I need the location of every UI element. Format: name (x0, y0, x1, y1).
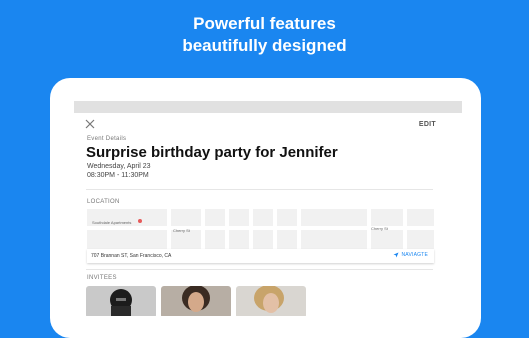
navigation-arrow-icon (393, 252, 399, 258)
address-bar: 707 Brannan ST, San Francisco, CA NAVIAG… (87, 249, 434, 263)
navigate-button[interactable]: NAVIAGTE (393, 252, 428, 258)
event-time: 08:30PM - 11:30PM (87, 172, 149, 179)
divider (86, 269, 433, 270)
status-bar (74, 101, 462, 113)
invitee-avatar[interactable] (86, 286, 156, 316)
divider (86, 189, 433, 190)
edit-button[interactable]: EDIT (419, 121, 436, 128)
section-label-location: LOCATION (87, 199, 120, 205)
map-label-street: Cherry St (173, 228, 190, 233)
map-pin-icon (138, 219, 142, 223)
promo-headline-line2: beautifully designed (182, 36, 347, 55)
promo-headline-line1: Powerful features (193, 14, 336, 33)
section-label-invitees: INVITEES (87, 275, 117, 281)
invitee-avatar[interactable] (236, 286, 306, 316)
location-map[interactable]: Southdale Apartments Cherry St Cherry St (87, 209, 434, 249)
close-icon[interactable] (85, 119, 95, 129)
event-details-screen: EDIT Event Details Surprise birthday par… (74, 101, 462, 316)
address-text: 707 Brannan ST, San Francisco, CA (91, 253, 172, 259)
event-date: Wednesday, April 23 (87, 163, 151, 170)
map-label-apartments: Southdale Apartments (92, 220, 132, 225)
navigate-label: NAVIAGTE (401, 252, 428, 258)
event-title: Surprise birthday party for Jennifer (86, 144, 338, 161)
map-label-street: Cherry St (371, 226, 388, 231)
section-label-event-details: Event Details (87, 136, 127, 142)
invitee-avatar[interactable] (161, 286, 231, 316)
